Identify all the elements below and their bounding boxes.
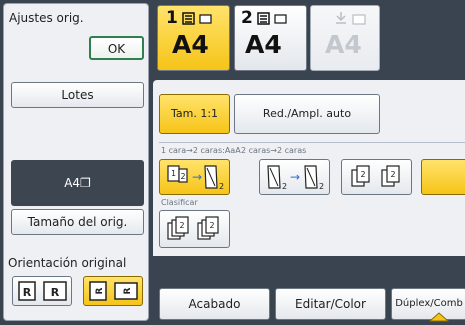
duplex-mode-2-label: 2 caras→2 caras [241, 146, 307, 155]
ajustes-orig-label: Ajustes orig. [9, 11, 84, 25]
bypass-tray-size: A4 [325, 30, 362, 59]
orientation-readable-button[interactable]: R R [12, 276, 72, 306]
svg-text:R: R [51, 286, 60, 299]
tray-2-size: A4 [245, 30, 282, 59]
combine-pages-icon: 2 2 [351, 165, 400, 187]
ok-button[interactable]: OK [89, 36, 144, 60]
svg-text:2: 2 [219, 182, 224, 191]
original-size-display: A4❐ [11, 160, 144, 206]
tam-1-1-button[interactable]: Tam. 1:1 [159, 94, 230, 134]
duplex-comb-label: Dúplex/Comb [395, 298, 463, 309]
svg-text:2: 2 [360, 170, 365, 179]
svg-text:R: R [95, 287, 105, 294]
lotes-button[interactable]: Lotes [11, 82, 144, 108]
bottom-bar: Acabado Editar/Color Dúplex/Comb [153, 257, 465, 325]
svg-text:→: → [192, 170, 202, 184]
red-ampl-auto-button[interactable]: Red./Ampl. auto [234, 94, 380, 134]
sort-button[interactable]: 2 2 [159, 210, 230, 248]
duplex-1-to-2-button[interactable]: 1 2 → 2 [159, 159, 230, 195]
tray-paper-icon [182, 12, 212, 25]
editar-color-tab[interactable]: Editar/Color [275, 288, 386, 320]
two-to-two-sided-icon: 2 → 2 [267, 165, 324, 191]
svg-text:2: 2 [282, 182, 287, 191]
settings-area: Tam. 1:1 Red./Ampl. auto 1 cara→2 caras:… [153, 80, 465, 256]
svg-text:1: 1 [171, 169, 176, 178]
svg-text:2: 2 [319, 182, 324, 191]
tab-indicator-icon [429, 312, 449, 322]
tamano-orig-label: Tamaño del orig. [27, 215, 128, 229]
orientacion-label: Orientación original [8, 256, 127, 270]
more-duplex-button[interactable] [421, 159, 465, 195]
duplex-comb-tab[interactable]: Dúplex/Comb [391, 288, 465, 320]
bypass-tray-button[interactable]: A4 [310, 5, 380, 71]
svg-text:2: 2 [179, 221, 184, 230]
left-panel: Ajustes orig. OK Lotes A4❐ Tamaño del or… [3, 3, 149, 321]
tray-paper-icon [257, 12, 287, 25]
rotated-orientation-icon: R R [89, 281, 138, 301]
svg-text:2: 2 [390, 170, 395, 179]
divider [159, 142, 465, 143]
tray-1-button[interactable]: 1 A4 [157, 5, 230, 71]
tray-1-number: 1 [166, 8, 178, 28]
svg-text:R: R [23, 286, 32, 299]
tray-2-button[interactable]: 2 A4 [234, 5, 307, 71]
one-to-two-sided-icon: 1 2 → 2 [167, 165, 224, 191]
sort-copies-icon: 2 2 [167, 216, 219, 240]
svg-text:R: R [123, 287, 133, 294]
duplex-2-to-2-button[interactable]: 2 → 2 [259, 159, 330, 195]
svg-text:2: 2 [180, 172, 185, 181]
acabado-tab[interactable]: Acabado [159, 288, 270, 320]
tray-2-number: 2 [241, 8, 253, 28]
readable-orientation-icon: R R [18, 281, 67, 301]
orientation-unreadable-button[interactable]: R R [83, 276, 143, 306]
tamano-orig-button[interactable]: Tamaño del orig. [11, 209, 144, 235]
clasificar-label: Clasificar [161, 198, 198, 207]
tray-1-size: A4 [172, 30, 209, 59]
svg-text:→: → [290, 170, 300, 184]
bypass-tray-icon [336, 12, 366, 25]
combine-button[interactable]: 2 2 [341, 159, 412, 195]
duplex-mode-1-label: 1 cara→2 caras:AaA [161, 146, 241, 155]
svg-text:2: 2 [209, 221, 214, 230]
